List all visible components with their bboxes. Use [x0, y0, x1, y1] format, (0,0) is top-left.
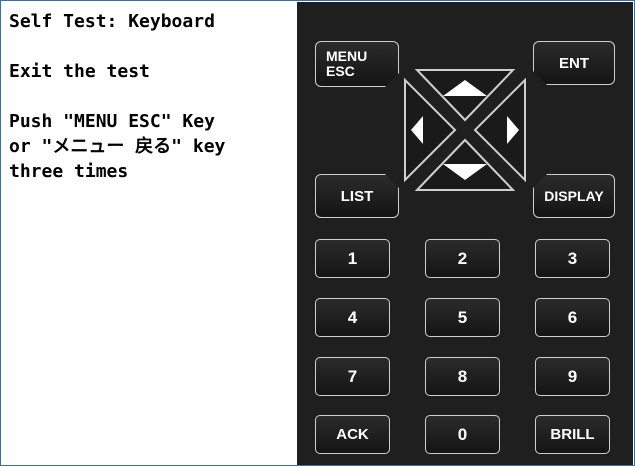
test-subtitle: Exit the test: [9, 61, 150, 82]
keypad-panel: MENU ESC ENT LIST DISPLAY 1 2 3 4 5 6 7 …: [297, 2, 633, 465]
brill-button[interactable]: BRILL: [535, 415, 610, 454]
instruction-line-1: Push "MENU ESC" Key: [9, 111, 215, 132]
self-test-screen: Self Test: Keyboard Exit the test Push "…: [0, 0, 635, 466]
key-9-button[interactable]: 9: [535, 357, 610, 396]
test-title: Self Test: Keyboard: [9, 11, 215, 32]
key-2-label: 2: [457, 248, 468, 268]
instruction-line-2: or "メニュー 戻る" key: [9, 136, 226, 157]
key-1-button[interactable]: 1: [315, 239, 390, 278]
key-4-label: 4: [347, 307, 358, 327]
key-2-button[interactable]: 2: [425, 239, 500, 278]
ack-label: ACK: [336, 426, 369, 443]
key-1-label: 1: [347, 248, 358, 268]
instruction-panel: Self Test: Keyboard Exit the test Push "…: [9, 9, 294, 184]
key-9-label: 9: [567, 366, 578, 386]
ent-label: ENT: [559, 54, 589, 72]
key-3-button[interactable]: 3: [535, 239, 610, 278]
ack-button[interactable]: ACK: [315, 415, 390, 454]
key-0-button[interactable]: 0: [425, 415, 500, 454]
key-8-button[interactable]: 8: [425, 357, 500, 396]
key-8-label: 8: [457, 366, 468, 386]
key-6-label: 6: [567, 307, 578, 327]
list-label: LIST: [340, 187, 374, 205]
key-6-button[interactable]: 6: [535, 298, 610, 337]
list-button[interactable]: LIST: [315, 174, 399, 218]
display-label: DISPLAY: [544, 188, 604, 204]
brill-label: BRILL: [550, 426, 595, 443]
dpad: [404, 69, 526, 191]
key-7-button[interactable]: 7: [315, 357, 390, 396]
key-4-button[interactable]: 4: [315, 298, 390, 337]
key-7-label: 7: [347, 366, 358, 386]
key-5-label: 5: [457, 307, 468, 327]
menu-esc-label-2: ESC: [326, 63, 355, 79]
key-3-label: 3: [567, 248, 578, 268]
key-5-button[interactable]: 5: [425, 298, 500, 337]
display-button[interactable]: DISPLAY: [533, 174, 615, 218]
menu-esc-label-1: MENU: [326, 48, 368, 64]
instruction-line-3: three times: [9, 161, 129, 182]
key-0-label: 0: [457, 424, 468, 444]
